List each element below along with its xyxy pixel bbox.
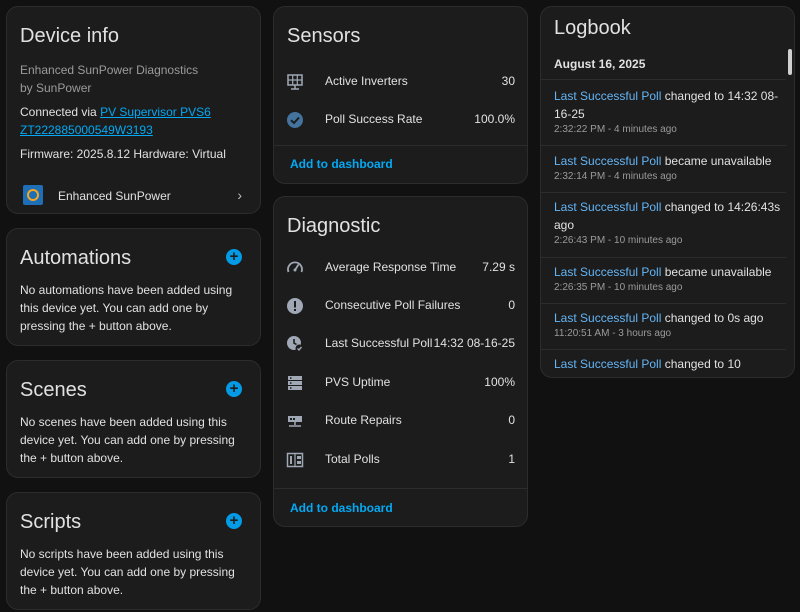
server-icon: [288, 376, 302, 390]
logbook-time: 2:26:43 PM - 10 minutes ago: [554, 235, 683, 246]
solar-panel-icon: [287, 74, 303, 90]
diagnostic-value: 1: [508, 452, 515, 466]
logbook-time: 11:20:51 AM - 3 hours ago: [554, 328, 672, 339]
connected-via-label: Connected via: [20, 105, 101, 119]
diagnostic-value: 14:32 08-16-25: [433, 336, 515, 350]
diagnostic-value: 0: [508, 413, 515, 427]
diagnostic-label: Consecutive Poll Failures: [325, 298, 461, 312]
automations-card: Automations + No automations have been a…: [6, 228, 261, 346]
sensor-row-active-inverters[interactable]: Active Inverters 30: [274, 63, 527, 101]
logbook-entry: Last Successful Poll became unavailable …: [554, 152, 786, 184]
logbook-entry: Last Successful Poll changed to 0s ago 1…: [554, 309, 786, 341]
counter-icon: [286, 452, 304, 468]
diagnostic-value: 0: [508, 298, 515, 312]
diagnostic-row-last-successful-poll[interactable]: Last Successful Poll 14:32 08-16-25: [274, 325, 527, 363]
logbook-entry: Last Successful Poll changed to 10 minut…: [554, 355, 786, 377]
diagnostic-label: Route Repairs: [325, 413, 402, 427]
logbook-title: Logbook: [554, 17, 631, 39]
diagnostic-row-route-repairs[interactable]: Route Repairs 0: [274, 402, 527, 440]
logbook-separator: [541, 79, 786, 80]
connected-via-serial-link[interactable]: ZT222885000549W3193: [20, 121, 153, 139]
device-model: Enhanced SunPower Diagnostics: [20, 63, 199, 77]
logbook-entity-link[interactable]: Last Successful Poll: [554, 311, 661, 325]
chevron-right-icon: ›: [237, 187, 242, 203]
logbook-card: Logbook August 16, 2025 Last Successful …: [540, 6, 795, 378]
logbook-time: 2:26:35 PM - 10 minutes ago: [554, 282, 683, 293]
sensors-divider: [274, 145, 527, 146]
diagnostic-row-average-response-time[interactable]: Average Response Time 7.29 s: [274, 249, 527, 287]
sensors-add-to-dashboard-button[interactable]: Add to dashboard: [290, 157, 393, 171]
diagnostic-value: 100%: [484, 375, 515, 389]
logbook-entry: Last Successful Poll changed to 14:32 08…: [554, 87, 786, 137]
add-scene-button[interactable]: +: [226, 381, 242, 397]
diagnostic-row-consecutive-poll-failures[interactable]: Consecutive Poll Failures 0: [274, 287, 527, 325]
logbook-time: 2:32:14 PM - 4 minutes ago: [554, 171, 677, 182]
logbook-action: changed to 0s ago: [661, 311, 764, 325]
logbook-entity-link[interactable]: Last Successful Poll: [554, 154, 661, 168]
check-circle-icon: [287, 112, 303, 128]
scenes-title: Scenes: [20, 379, 87, 401]
diagnostic-title: Diagnostic: [287, 215, 381, 237]
integration-logo-icon: [23, 185, 43, 205]
diagnostic-label: PVS Uptime: [325, 375, 391, 389]
sensor-row-poll-success-rate[interactable]: Poll Success Rate 100.0%: [274, 101, 527, 139]
sensor-label: Active Inverters: [325, 74, 408, 88]
diagnostic-label: Total Polls: [325, 452, 380, 466]
logbook-entity-link[interactable]: Last Successful Poll: [554, 200, 661, 214]
automations-title: Automations: [20, 247, 132, 269]
logbook-separator: [541, 349, 786, 350]
sensor-value: 100.0%: [474, 112, 515, 126]
add-automation-button[interactable]: +: [226, 249, 242, 265]
sensors-card: Sensors Active Inverters 30 Poll Success…: [273, 6, 528, 184]
integration-name: Enhanced SunPower: [58, 189, 171, 203]
diagnostic-row-total-polls[interactable]: Total Polls 1: [274, 441, 527, 479]
logbook-separator: [541, 257, 786, 258]
sensors-title: Sensors: [287, 25, 361, 47]
gauge-icon: [287, 261, 303, 273]
logbook-entry: Last Successful Poll changed to 14:26:43…: [554, 198, 786, 248]
logbook-action: became unavailable: [661, 265, 772, 279]
network-icon: [288, 416, 302, 427]
scenes-empty-text: No scenes have been added using this dev…: [20, 415, 235, 465]
diagnostic-card: Diagnostic Average Response Time 7.29 s …: [273, 196, 528, 527]
scripts-title: Scripts: [20, 511, 82, 533]
logbook-entity-link[interactable]: Last Successful Poll: [554, 265, 661, 279]
firmware-info: Firmware: 2025.8.12 Hardware: Virtual: [20, 147, 226, 161]
diagnostic-divider: [274, 488, 527, 489]
automations-empty-text: No automations have been added using thi…: [20, 283, 233, 333]
diagnostic-row-pvs-uptime[interactable]: PVS Uptime 100%: [274, 364, 527, 402]
scenes-card: Scenes + No scenes have been added using…: [6, 360, 261, 478]
scripts-empty-text: No scripts have been added using this de…: [20, 547, 235, 597]
diagnostic-add-to-dashboard-button[interactable]: Add to dashboard: [290, 501, 393, 515]
clock-check-icon: [287, 336, 304, 353]
logbook-entity-link[interactable]: Last Successful Poll: [554, 357, 661, 371]
sensor-value: 30: [501, 74, 515, 88]
alert-circle-icon: [287, 298, 303, 314]
device-info-title: Device info: [20, 25, 119, 47]
logbook-separator: [541, 303, 786, 304]
device-manufacturer: by SunPower: [20, 81, 92, 95]
logbook-date-header: August 16, 2025: [554, 57, 646, 71]
logbook-action: became unavailable: [661, 154, 772, 168]
add-script-button[interactable]: +: [226, 513, 242, 529]
logbook-scrollbar[interactable]: [788, 49, 792, 75]
diagnostic-label: Average Response Time: [325, 260, 457, 274]
logbook-entity-link[interactable]: Last Successful Poll: [554, 89, 661, 103]
connected-via-link[interactable]: PV Supervisor PVS6: [100, 105, 211, 119]
scripts-card: Scripts + No scripts have been added usi…: [6, 492, 261, 610]
logbook-separator: [541, 192, 786, 193]
logbook-entry: Last Successful Poll became unavailable …: [554, 263, 786, 295]
sensor-label: Poll Success Rate: [325, 112, 423, 126]
diagnostic-value: 7.29 s: [482, 260, 515, 274]
connected-via-line: Connected via PV Supervisor PVS6: [20, 103, 211, 121]
logbook-separator: [541, 145, 786, 146]
device-info-card: Device info Enhanced SunPower Diagnostic…: [6, 6, 261, 214]
logbook-time: 2:32:22 PM - 4 minutes ago: [554, 124, 677, 135]
diagnostic-label: Last Successful Poll: [325, 336, 433, 350]
integration-row[interactable]: Enhanced SunPower ›: [7, 181, 260, 211]
